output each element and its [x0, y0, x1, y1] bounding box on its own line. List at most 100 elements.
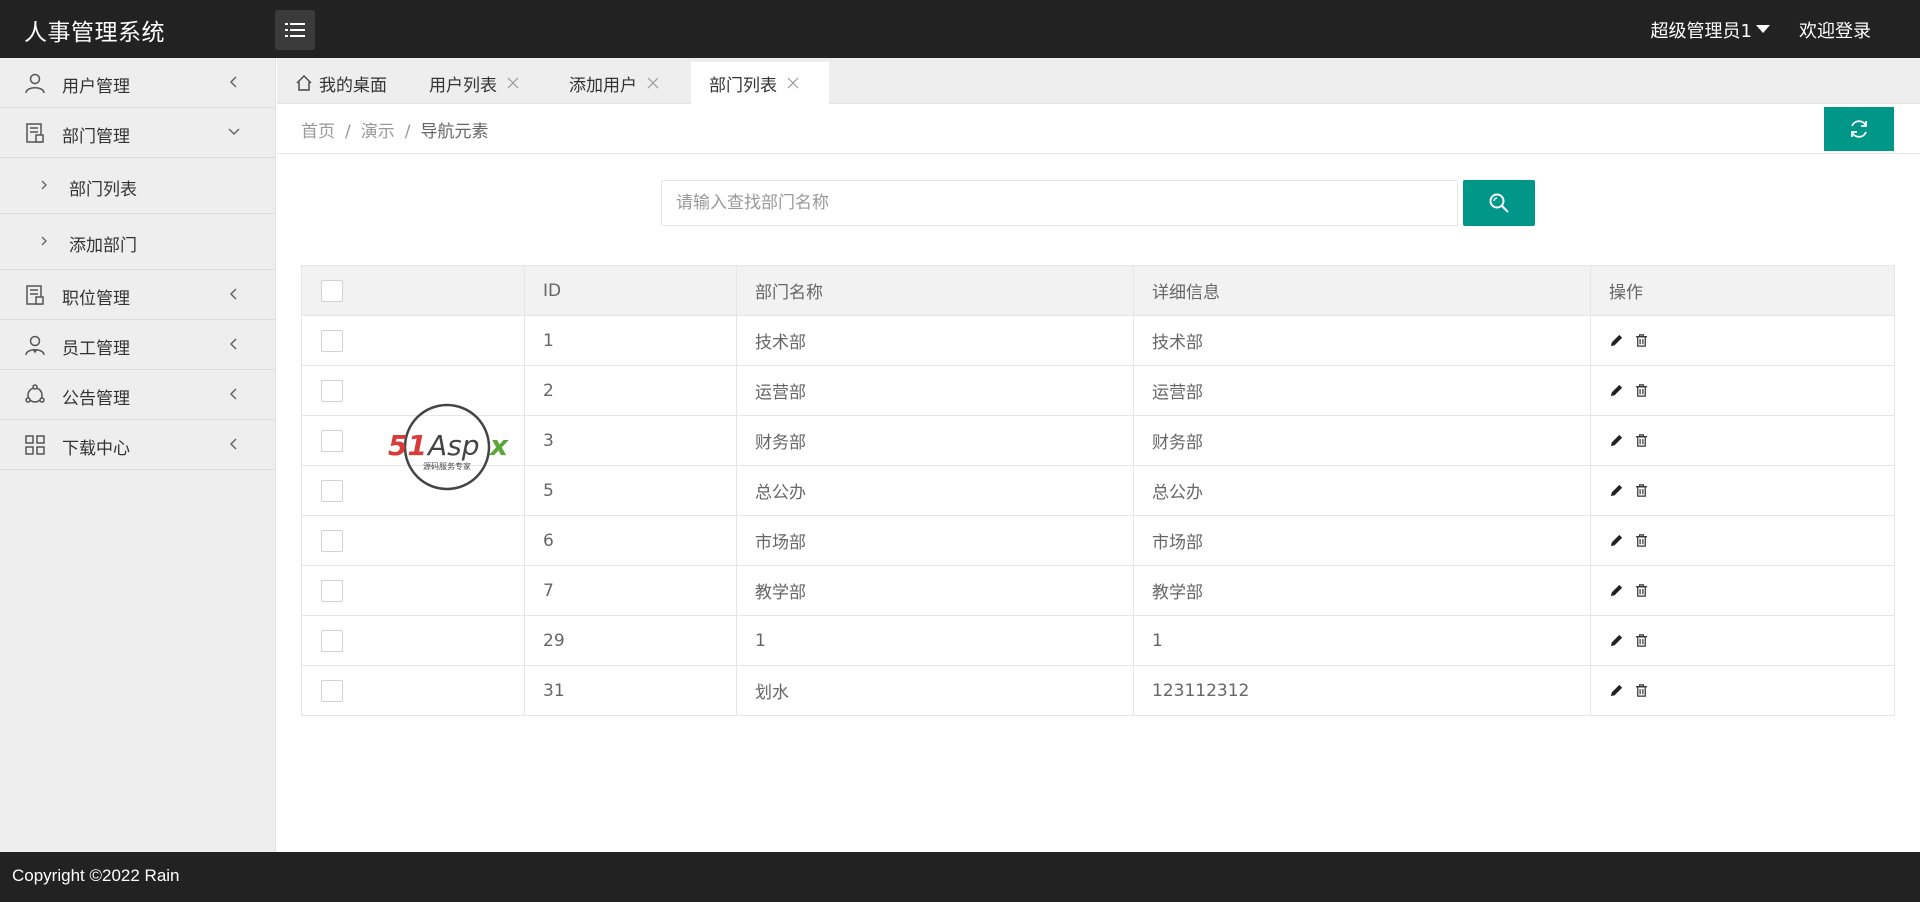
edit-icon[interactable] — [1609, 333, 1624, 348]
tab-desktop[interactable]: 我的桌面 — [295, 62, 405, 104]
sidebar-subitem-add-dept[interactable]: 添加部门 — [0, 214, 275, 270]
table-row: 3 财务部 财务部 — [301, 415, 1895, 466]
row-checkbox[interactable] — [321, 529, 343, 552]
close-icon[interactable] — [787, 77, 799, 89]
chevron-right-icon — [41, 180, 47, 190]
cell-detail: 总公办 — [1133, 465, 1591, 516]
row-checkbox[interactable] — [321, 479, 343, 502]
menu-icon — [285, 23, 305, 37]
sidebar-subitem-dept-list[interactable]: 部门列表 — [0, 158, 275, 214]
column-header-id: ID — [524, 265, 737, 316]
user-menu[interactable]: 超级管理员1 — [1651, 17, 1770, 43]
sidebar-item-position-management[interactable]: 职位管理 — [0, 270, 275, 320]
document-icon — [26, 123, 44, 143]
menu-toggle-button[interactable] — [275, 10, 315, 50]
cell-name: 市场部 — [736, 515, 1134, 566]
row-select-cell — [301, 665, 525, 716]
cell-actions — [1590, 415, 1895, 466]
edit-icon[interactable] — [1609, 583, 1624, 598]
sidebar-item-employee-management[interactable]: 员工管理 — [0, 320, 275, 370]
row-select-cell — [301, 615, 525, 666]
table-row: 29 1 1 — [301, 615, 1895, 666]
edit-icon[interactable] — [1609, 633, 1624, 648]
breadcrumb-separator: / — [345, 122, 351, 142]
tab-user-list[interactable]: 用户列表 — [429, 62, 549, 104]
employee-icon — [25, 335, 45, 356]
refresh-button[interactable] — [1824, 107, 1894, 151]
user-icon — [25, 73, 45, 94]
tab-label: 我的桌面 — [319, 75, 387, 96]
edit-icon[interactable] — [1609, 433, 1624, 448]
chevron-right-icon — [41, 236, 47, 246]
edit-icon[interactable] — [1609, 683, 1624, 698]
edit-icon[interactable] — [1609, 383, 1624, 398]
table-row: 5 总公办 总公办 — [301, 465, 1895, 516]
sidebar-item-label: 部门管理 — [62, 127, 130, 147]
cell-id: 5 — [524, 465, 737, 516]
cell-id: 7 — [524, 565, 737, 616]
welcome-link[interactable]: 欢迎登录 — [1799, 17, 1871, 43]
close-icon[interactable] — [647, 77, 659, 89]
svg-text:51: 51 — [388, 429, 427, 462]
breadcrumb-home[interactable]: 首页 — [301, 122, 335, 142]
sidebar-item-dept-management[interactable]: 部门管理 — [0, 108, 275, 158]
search-input[interactable] — [661, 180, 1458, 226]
chevron-left-icon — [229, 76, 237, 88]
row-checkbox[interactable] — [321, 679, 343, 702]
tab-bar: 我的桌面 用户列表 添加用户 部门列表 — [277, 58, 1920, 104]
delete-icon[interactable] — [1634, 333, 1649, 348]
sidebar: 用户管理 部门管理 部门列表 添加部门 职位管理 员工管理 公告管理 下载中心 — [0, 58, 276, 852]
department-table: ID 部门名称 详细信息 操作 1 技术部 技术部 2 运营部 运营部 3 财务部 财务部 5 总公… — [301, 265, 1895, 716]
search-icon — [1489, 193, 1509, 213]
sidebar-item-label: 用户管理 — [62, 77, 130, 97]
delete-icon[interactable] — [1634, 483, 1649, 498]
chevron-left-icon — [229, 288, 237, 300]
cell-name: 划水 — [736, 665, 1134, 716]
cell-detail: 财务部 — [1133, 415, 1591, 466]
document-icon — [26, 285, 44, 305]
row-checkbox[interactable] — [321, 379, 343, 402]
svg-text:x: x — [488, 429, 509, 462]
close-icon[interactable] — [507, 77, 519, 89]
cell-name: 财务部 — [736, 415, 1134, 466]
tab-label: 添加用户 — [569, 75, 637, 96]
sidebar-item-label: 下载中心 — [62, 439, 130, 459]
delete-icon[interactable] — [1634, 633, 1649, 648]
search-button[interactable] — [1463, 180, 1535, 226]
cell-name: 1 — [736, 615, 1134, 666]
column-header-actions: 操作 — [1590, 265, 1895, 316]
home-icon — [296, 75, 312, 91]
tab-add-user[interactable]: 添加用户 — [569, 62, 689, 104]
row-checkbox[interactable] — [321, 329, 343, 352]
row-select-cell — [301, 515, 525, 566]
sidebar-item-announcement-management[interactable]: 公告管理 — [0, 370, 275, 420]
cell-detail: 123112312 — [1133, 665, 1591, 716]
delete-icon[interactable] — [1634, 383, 1649, 398]
select-all-checkbox[interactable] — [321, 279, 343, 302]
tab-label: 部门列表 — [709, 75, 777, 96]
edit-icon[interactable] — [1609, 483, 1624, 498]
breadcrumb-current: 导航元素 — [420, 122, 489, 142]
column-header-name: 部门名称 — [736, 265, 1134, 316]
delete-icon[interactable] — [1634, 533, 1649, 548]
row-select-cell — [301, 315, 525, 366]
tab-dept-list[interactable]: 部门列表 — [691, 62, 829, 104]
row-checkbox[interactable] — [321, 629, 343, 652]
cell-id: 3 — [524, 415, 737, 466]
sidebar-subitem-label: 添加部门 — [69, 236, 137, 256]
cell-actions — [1590, 515, 1895, 566]
delete-icon[interactable] — [1634, 583, 1649, 598]
row-checkbox[interactable] — [321, 579, 343, 602]
delete-icon[interactable] — [1634, 683, 1649, 698]
sidebar-item-download-center[interactable]: 下载中心 — [0, 420, 275, 470]
sidebar-item-user-management[interactable]: 用户管理 — [0, 58, 275, 108]
row-checkbox[interactable] — [321, 429, 343, 452]
cell-id: 1 — [524, 315, 737, 366]
cell-id: 2 — [524, 365, 737, 416]
delete-icon[interactable] — [1634, 433, 1649, 448]
edit-icon[interactable] — [1609, 533, 1624, 548]
table-row: 2 运营部 运营部 — [301, 365, 1895, 416]
caret-down-icon — [1756, 25, 1770, 33]
cell-detail: 教学部 — [1133, 565, 1591, 616]
breadcrumb-demo[interactable]: 演示 — [361, 122, 395, 142]
